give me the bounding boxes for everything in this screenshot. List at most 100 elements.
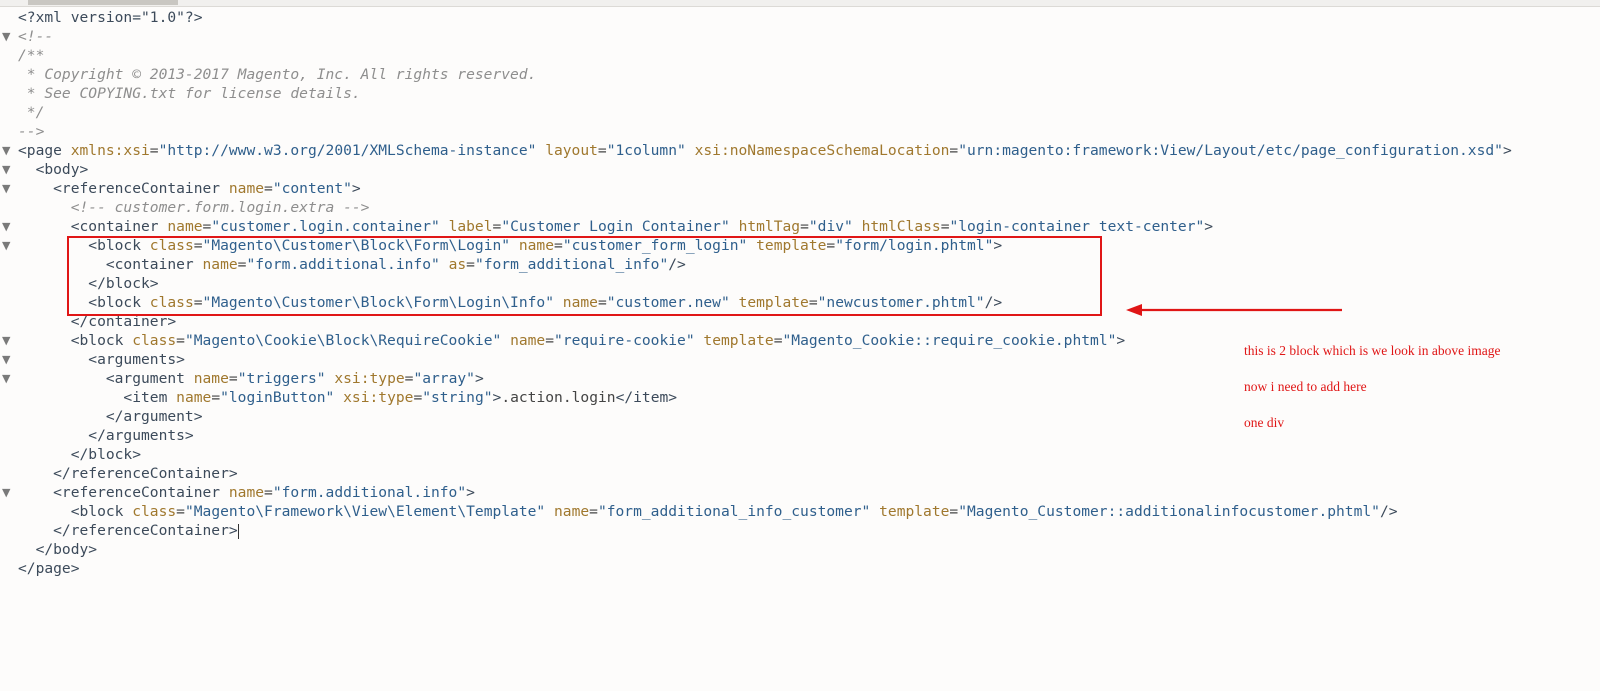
fold-toggle-icon[interactable]: ▼ — [2, 369, 14, 388]
code-token: "triggers" — [237, 370, 326, 387]
code-token: name — [176, 389, 212, 406]
code-token: </arguments> — [18, 427, 194, 444]
fold-toggle-icon[interactable]: ▼ — [2, 179, 14, 198]
code-line[interactable]: ▼ <referenceContainer name="content"> — [0, 179, 1600, 198]
code-token: "form.additional.info" — [272, 484, 467, 501]
code-token: "Magento_Cookie::require_cookie.phtml" — [782, 332, 1117, 349]
fold-toggle-icon[interactable]: ▼ — [2, 27, 14, 46]
code-text: <container name="customer.login.containe… — [18, 217, 1213, 236]
fold-toggle-icon[interactable]: ▼ — [2, 236, 14, 255]
code-token: "loginButton" — [220, 389, 335, 406]
code-line[interactable]: <!-- customer.form.login.extra --> — [0, 198, 1600, 217]
code-line[interactable]: --> — [0, 122, 1600, 141]
active-tab[interactable] — [28, 0, 178, 5]
fold-toggle-icon[interactable]: ▼ — [2, 160, 14, 179]
code-line[interactable]: */ — [0, 103, 1600, 122]
code-token: template — [879, 503, 950, 520]
fold-toggle-icon[interactable]: ▼ — [2, 350, 14, 369]
code-token: </item> — [615, 389, 678, 406]
text-caret — [237, 523, 239, 539]
code-token: */ — [18, 104, 45, 121]
code-text: </block> — [18, 445, 141, 464]
code-token: name — [510, 332, 546, 349]
code-line[interactable]: </page> — [0, 559, 1600, 578]
code-line[interactable]: </referenceContainer> — [0, 521, 1600, 540]
code-token: = — [589, 503, 598, 520]
code-token: <page — [18, 142, 71, 159]
code-token: class — [132, 332, 177, 349]
code-token: > — [466, 484, 475, 501]
code-line[interactable]: </block> — [0, 445, 1600, 464]
code-token: template — [703, 332, 774, 349]
code-line[interactable]: ▼ <container name="customer.login.contai… — [0, 217, 1600, 236]
code-token: "urn:magento:framework:View/Layout/etc/p… — [958, 142, 1503, 159]
code-text: </page> — [18, 559, 80, 578]
code-token: xmlns:xsi — [70, 142, 150, 159]
code-token: "1column" — [606, 142, 686, 159]
code-token: > — [1204, 218, 1214, 235]
code-text: <!-- customer.form.login.extra --> — [18, 198, 370, 217]
code-line[interactable]: /** — [0, 46, 1600, 65]
code-line[interactable]: ▼ <page xmlns:xsi="http://www.w3.org/2001… — [0, 141, 1600, 160]
code-text: <body> — [18, 160, 89, 179]
fold-toggle-icon[interactable]: ▼ — [2, 483, 14, 502]
code-token: = — [202, 218, 212, 235]
fold-toggle-icon[interactable]: ▼ — [2, 141, 14, 160]
code-text: </referenceContainer> — [18, 521, 239, 540]
code-token: <referenceContainer — [18, 484, 229, 501]
code-token: name — [167, 218, 203, 235]
code-line[interactable]: </body> — [0, 540, 1600, 559]
code-token: <argument — [18, 370, 194, 387]
code-text: </argument> — [18, 407, 203, 426]
code-text: --> — [18, 122, 44, 141]
code-token: htmlClass — [861, 218, 941, 235]
code-text: * Copyright © 2013-2017 Magento, Inc. Al… — [18, 65, 537, 84]
code-token: > — [1502, 142, 1512, 159]
code-text: <referenceContainer name="form.additiona… — [18, 483, 475, 502]
fold-toggle-icon[interactable]: ▼ — [2, 331, 14, 350]
code-token: <container — [18, 218, 168, 235]
code-token: = — [800, 218, 809, 235]
code-line[interactable]: </arguments> — [0, 426, 1600, 445]
code-token: <!-- — [18, 28, 54, 45]
code-text: <block class="Magento\Framework\View\Ele… — [18, 502, 1398, 521]
code-line[interactable]: <block class="Magento\Framework\View\Ele… — [0, 502, 1600, 521]
code-line[interactable]: ▼ <body> — [0, 160, 1600, 179]
code-token: htmlTag — [738, 218, 801, 235]
fold-toggle-icon[interactable]: ▼ — [2, 217, 14, 236]
code-token: = — [949, 142, 959, 159]
code-token: /> — [1379, 503, 1398, 520]
code-token: = — [492, 218, 502, 235]
code-token: = — [228, 370, 238, 387]
code-token: name — [228, 484, 265, 501]
code-token: /** — [18, 47, 45, 64]
code-token: xsi:noNamespaceSchemaLocation — [694, 142, 950, 159]
code-token: "content" — [272, 180, 352, 197]
code-token: = — [773, 332, 783, 349]
code-line[interactable]: <?xml version="1.0"?> — [0, 8, 1600, 27]
code-token: </referenceContainer> — [18, 465, 238, 482]
code-token: <block — [18, 503, 133, 520]
code-line[interactable]: </referenceContainer> — [0, 464, 1600, 483]
code-line[interactable]: * See COPYING.txt for license details. — [0, 84, 1600, 103]
code-text: <block class="Magento\Cookie\Block\Requi… — [18, 331, 1125, 350]
code-token: "array" — [413, 370, 475, 387]
code-line[interactable]: ▼ <!-- — [0, 27, 1600, 46]
code-line[interactable]: * Copyright © 2013-2017 Magento, Inc. Al… — [0, 65, 1600, 84]
code-token: * See COPYING.txt for license details. — [18, 85, 361, 102]
code-token: <arguments> — [18, 351, 185, 368]
code-text: </referenceContainer> — [18, 464, 238, 483]
code-line[interactable]: ▼ <referenceContainer name="form.additio… — [0, 483, 1600, 502]
code-line[interactable]: </argument> — [0, 407, 1600, 426]
code-token: = — [176, 503, 185, 520]
code-token: "require-cookie" — [554, 332, 695, 349]
code-token: xsi:type — [343, 389, 414, 406]
code-token: xsi:type — [334, 370, 405, 387]
code-token: = — [176, 332, 185, 349]
code-text: <arguments> — [18, 350, 185, 369]
